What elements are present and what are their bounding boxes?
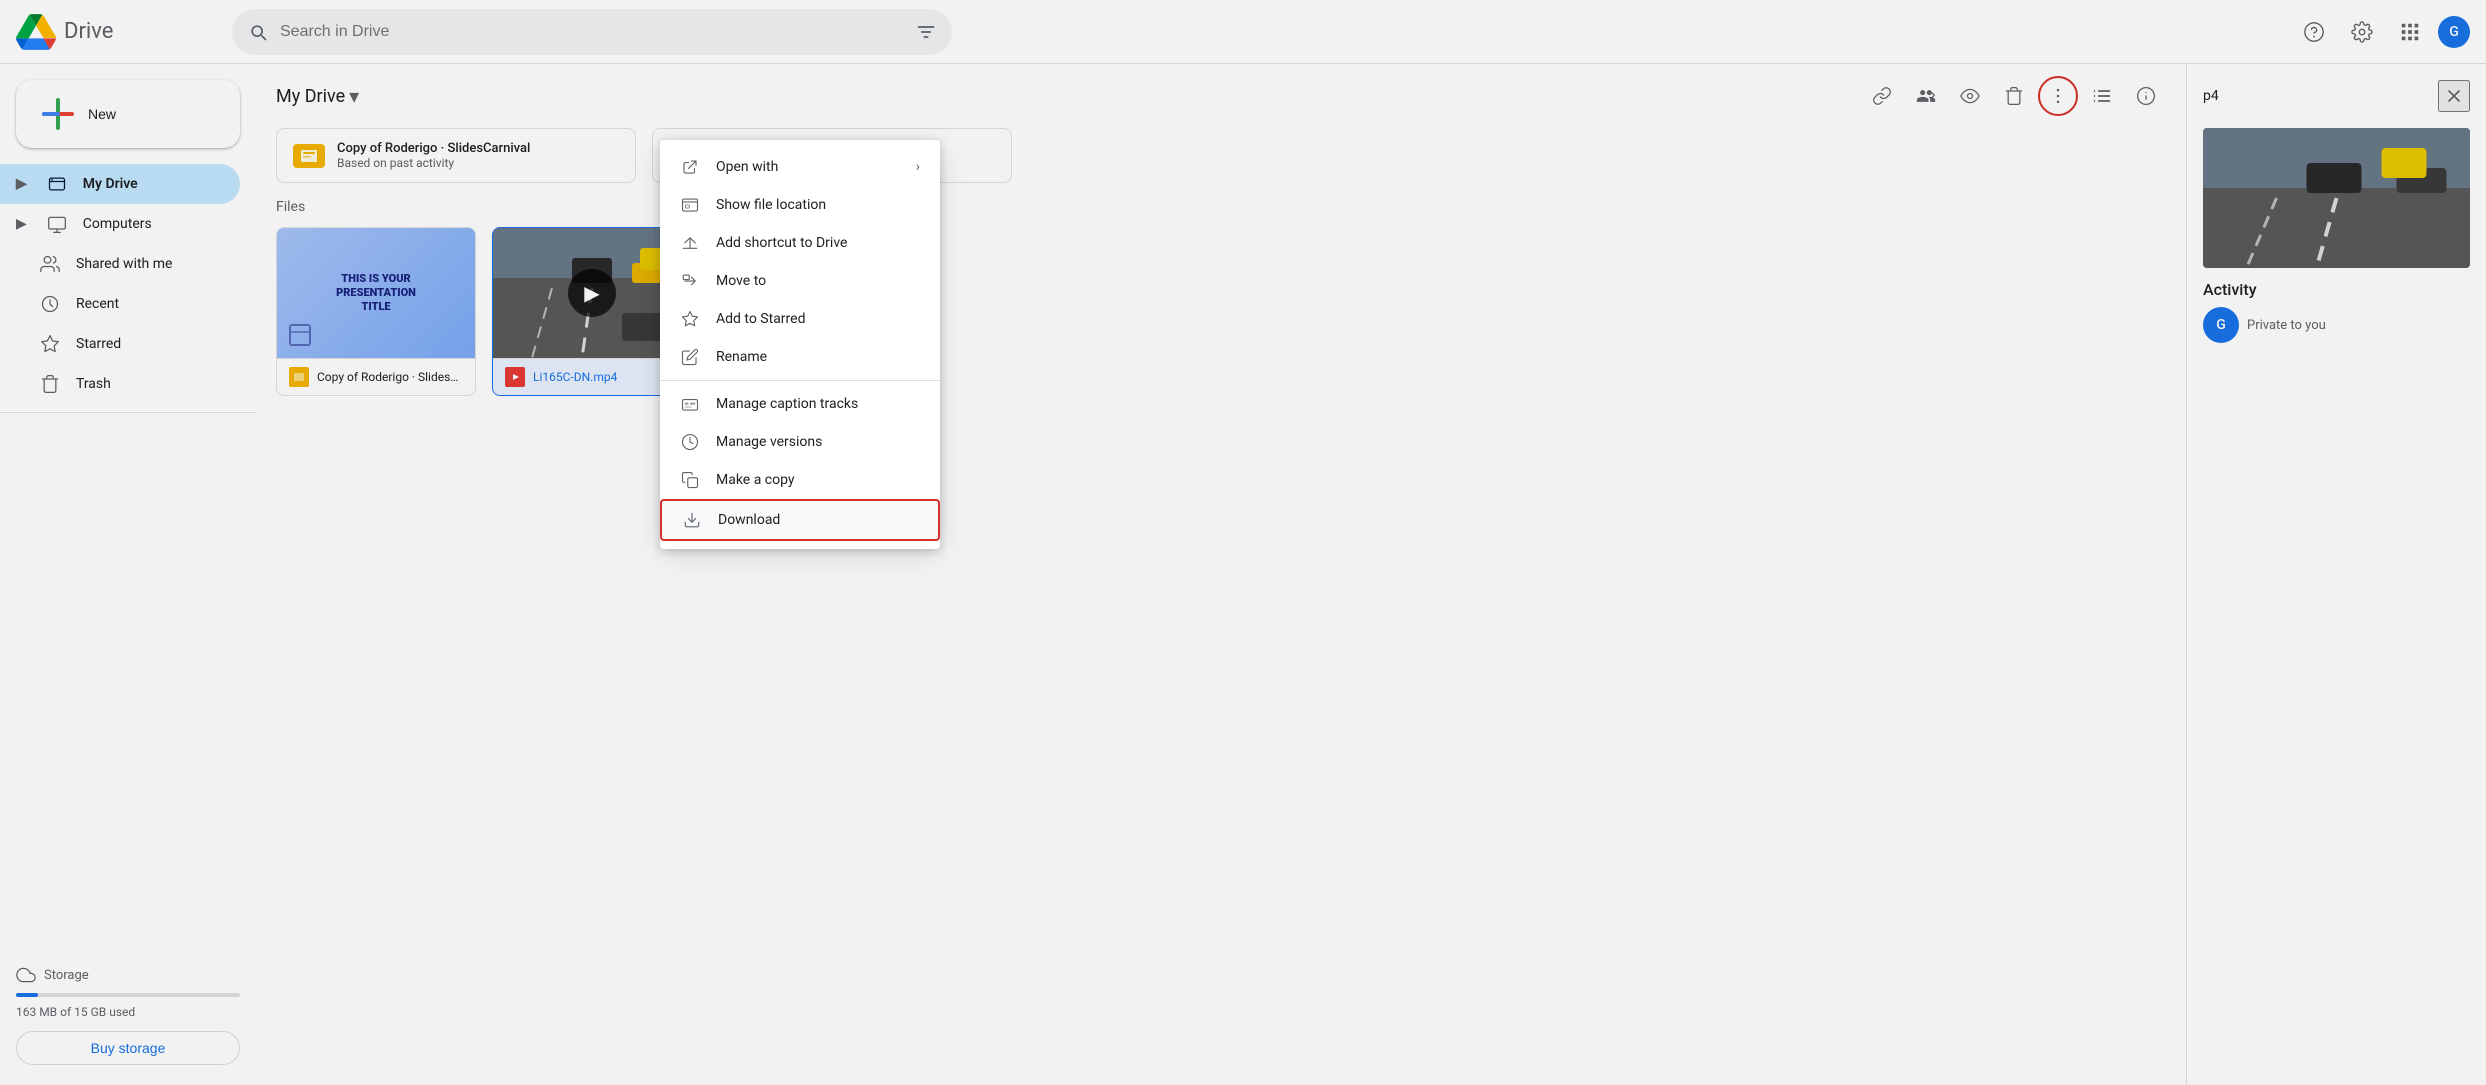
menu-item-add-shortcut[interactable]: Add shortcut to Drive [660,224,940,262]
menu-item-move-to[interactable]: Move to [660,262,940,300]
menu-rename-label: Rename [716,349,920,365]
star-icon [680,310,700,328]
menu-item-open-with[interactable]: Open with › [660,148,940,186]
rename-icon [680,348,700,366]
menu-open-with-label: Open with [716,159,900,175]
submenu-arrow-icon: › [916,159,920,175]
menu-item-download[interactable]: Download [660,499,940,541]
menu-add-starred-label: Add to Starred [716,311,920,327]
add-shortcut-icon [680,234,700,252]
menu-item-add-starred[interactable]: Add to Starred [660,300,940,338]
menu-download-label: Download [718,512,918,528]
captions-icon [680,395,700,413]
versions-icon [680,433,700,451]
menu-add-shortcut-label: Add shortcut to Drive [716,235,920,251]
open-with-icon [680,158,700,176]
menu-versions-label: Manage versions [716,434,920,450]
menu-make-copy-label: Make a copy [716,472,920,488]
menu-item-rename[interactable]: Rename [660,338,940,376]
menu-item-captions[interactable]: Manage caption tracks [660,385,940,423]
menu-item-make-copy[interactable]: Make a copy [660,461,940,499]
overlay-dimmer [0,0,2486,1085]
copy-icon [680,471,700,489]
menu-item-show-location[interactable]: Show file location [660,186,940,224]
menu-divider-1 [660,380,940,381]
show-location-icon [680,196,700,214]
menu-item-versions[interactable]: Manage versions [660,423,940,461]
menu-move-to-label: Move to [716,273,920,289]
menu-show-location-label: Show file location [716,197,920,213]
context-menu: Open with › Show file location Add short… [660,140,940,549]
menu-captions-label: Manage caption tracks [716,396,920,412]
move-to-icon [680,272,700,290]
download-icon [682,511,702,529]
